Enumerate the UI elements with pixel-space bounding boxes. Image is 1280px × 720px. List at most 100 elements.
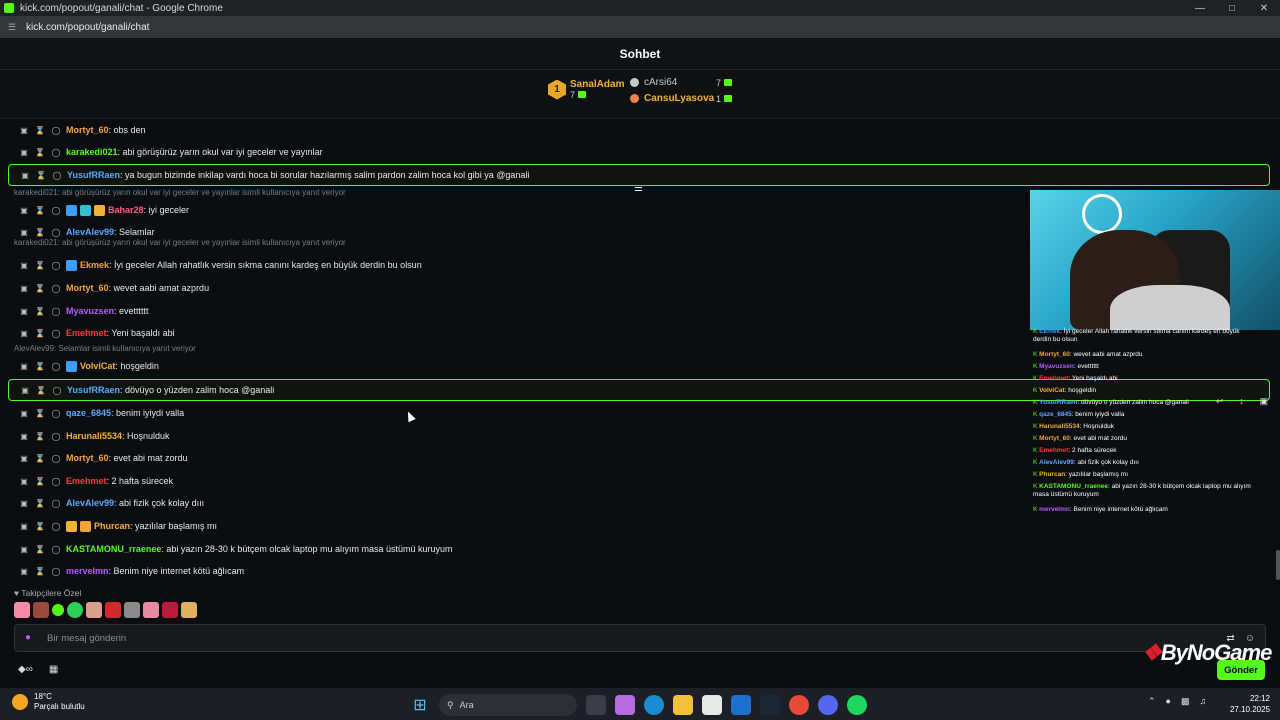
emote-devil-icon[interactable] [105,602,121,618]
message-username[interactable]: Emehmet [66,476,107,486]
delete-icon[interactable]: ▣ [18,283,30,293]
address-bar[interactable]: ☰ kick.com/popout/ganali/chat [0,16,1280,38]
message-username[interactable]: Harunali5534 [66,431,122,441]
file-explorer-icon[interactable] [673,695,693,715]
reply-context[interactable]: AlevAlev99: Selamlar isimli kullanıcıya … [14,344,196,353]
timeout-icon[interactable]: ⌛ [34,361,46,371]
discord-icon[interactable] [818,695,838,715]
reply-icon[interactable]: ↩ [1216,396,1224,407]
chat-message[interactable]: ▣ ⌛ ◯ YusufRRaen: ya bugun bizimde inkilap … [8,164,1270,186]
ban-icon[interactable]: ◯ [50,306,62,316]
delete-icon[interactable]: ▣ [18,361,30,371]
message-input[interactable]: ● Bir mesaj gönderin ⇄ ☺ [14,624,1266,652]
message-username[interactable]: VolviCat [80,361,115,371]
emote-cat-icon[interactable] [124,602,140,618]
windows-start-icon[interactable]: ⊞ [410,695,430,715]
delete-icon[interactable]: ▣ [18,521,30,531]
message-username[interactable]: Myavuzsen [66,306,114,316]
ban-icon[interactable]: ◯ [50,408,62,418]
ban-icon[interactable]: ◯ [50,260,62,270]
delete-icon[interactable]: ▣ [19,170,31,180]
ban-icon[interactable]: ◯ [51,385,63,395]
timeout-icon[interactable]: ⌛ [34,260,46,270]
chat-message[interactable]: ▣ ⌛ ◯ KASTAMONU_rraenee: abi yazın 28-30 k … [8,541,1270,557]
message-username[interactable]: AlevAlev99 [66,498,114,508]
chat-message[interactable]: ▣ ⌛ ◯ mervelmn: Benim niye internet kötü ağ… [8,563,1270,579]
delete-icon[interactable]: ▣ [18,227,30,237]
task-view-icon[interactable] [586,695,606,715]
delete-icon[interactable]: ▣ [18,566,30,576]
reply-context[interactable]: karakedi021: abi görüşürüz yarın okul va… [14,238,346,247]
timeout-icon[interactable]: ⌛ [34,147,46,157]
delete-icon[interactable]: ▣ [18,147,30,157]
ban-icon[interactable]: ◯ [50,227,62,237]
message-username[interactable]: Mortyt_60 [66,283,109,293]
timeout-icon[interactable]: ⌛ [34,125,46,135]
delete-icon[interactable]: ▣ [18,476,30,486]
chat-message[interactable]: ▣ ⌛ ◯ Phurcan: yazılılar başlamış mı [8,518,1270,534]
timeout-icon[interactable]: ⌛ [34,227,46,237]
chat-message[interactable]: ▣ ⌛ ◯ Mortyt_60: obs den [8,122,1270,138]
timeout-icon[interactable]: ⌛ [34,453,46,463]
tray-chevron-icon[interactable]: ⌃ [1148,696,1156,707]
delete-icon[interactable]: ▣ [1259,396,1268,407]
timeout-icon[interactable]: ⌛ [34,306,46,316]
timeout-icon[interactable]: ⌛ [35,385,47,395]
message-username[interactable]: Emehmet [66,328,107,338]
ban-icon[interactable]: ◯ [50,566,62,576]
site-info-icon[interactable]: ☰ [8,22,22,33]
delete-icon[interactable]: ▣ [18,453,30,463]
clock[interactable]: 22:12 27.10.2025 [1228,693,1270,715]
message-username[interactable]: KASTAMONU_rraenee [66,544,161,554]
message-username[interactable]: karakedi021 [66,147,118,157]
timeout-icon[interactable]: ⌛ [34,476,46,486]
ban-icon[interactable]: ◯ [50,431,62,441]
timeout-icon[interactable]: ⌛ [34,283,46,293]
kick-coins-icon[interactable]: ◆∞ [18,664,33,675]
ban-icon[interactable]: ◯ [50,328,62,338]
delete-icon[interactable]: ▣ [18,260,30,270]
weather-widget[interactable]: 18°C Parçalı bulutlu [12,692,85,712]
ban-icon[interactable]: ◯ [50,147,62,157]
ban-icon[interactable]: ◯ [50,453,62,463]
delete-icon[interactable]: ▣ [18,498,30,508]
emote-icon[interactable] [33,602,49,618]
ban-icon[interactable]: ◯ [50,544,62,554]
delete-icon[interactable]: ▣ [18,408,30,418]
edge-icon[interactable] [644,695,664,715]
scrollbar[interactable] [1276,550,1280,580]
leaderboard-third[interactable]: CansuLyasova 1 [630,93,732,104]
message-username[interactable]: YusufRRaen [67,170,120,180]
mic-tray-icon[interactable]: ● [1166,696,1171,707]
delete-icon[interactable]: ▣ [18,328,30,338]
message-username[interactable]: Phurcan [94,521,130,531]
ban-icon[interactable]: ◯ [50,283,62,293]
leaderboard-first[interactable]: 1 SanalAdam 7 [548,79,624,100]
emote-smile-icon[interactable] [67,602,83,618]
timeout-icon[interactable]: ⌛ [34,408,46,418]
ban-icon[interactable]: ◯ [50,125,62,135]
mic-icon[interactable]: ● [25,632,37,644]
store-icon[interactable]: ▦ [49,664,58,675]
message-username[interactable]: Mortyt_60 [66,453,109,463]
ban-icon[interactable]: ◯ [51,170,63,180]
ban-icon[interactable]: ◯ [50,205,62,215]
message-username[interactable]: mervelmn [66,566,109,576]
delete-icon[interactable]: ▣ [19,385,31,395]
close-icon[interactable]: ✕ [1248,3,1280,14]
emote-dot-icon[interactable] [52,604,64,616]
copilot-icon[interactable] [615,695,635,715]
timeout-icon[interactable]: ⌛ [34,566,46,576]
pin-icon[interactable]: ↕ [1239,396,1244,406]
delete-icon[interactable]: ▣ [18,544,30,554]
delete-icon[interactable]: ▣ [18,431,30,441]
timeout-icon[interactable]: ⌛ [34,498,46,508]
delete-icon[interactable]: ▣ [18,306,30,316]
delete-icon[interactable]: ▣ [18,205,30,215]
ban-icon[interactable]: ◯ [50,498,62,508]
emote-gift-icon[interactable] [181,602,197,618]
send-button[interactable]: Gönder [1217,660,1265,680]
emote-face-icon[interactable] [86,602,102,618]
network-icon[interactable]: ▩ [1181,696,1190,707]
timeout-icon[interactable]: ⌛ [34,521,46,531]
